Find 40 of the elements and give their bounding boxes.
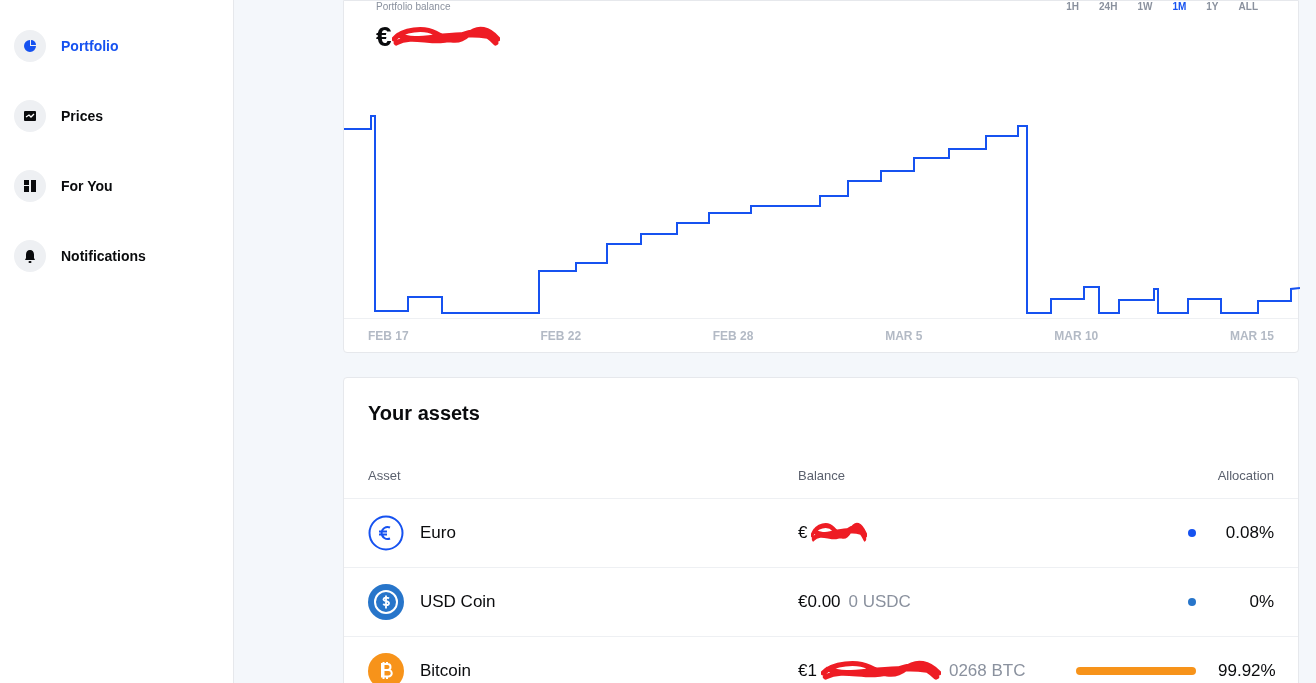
allocation-percent: 99.92% [1218,659,1274,682]
asset-name: Bitcoin [420,659,472,682]
nav-item[interactable]: For You [14,170,233,202]
asset-value: € [798,521,808,544]
asset-amount: 0268 BTC [948,659,1026,682]
column-header: Allocation [1216,467,1274,485]
axis-label: MAR 15 [1229,327,1274,345]
range-tab[interactable]: 1Y [1206,2,1219,12]
balance-value: € [376,20,392,54]
balance-label: Portfolio balance [376,2,451,12]
axis-label: MAR 10 [1054,327,1099,345]
range-tab[interactable]: 1M [1172,2,1187,12]
allocation-percent: 0.08% [1224,521,1274,544]
dollar-coin-icon [368,583,404,620]
axis-label: FEB 28 [712,327,754,345]
asset-value: €0.00 [798,590,841,613]
layout-icon [24,180,36,192]
range-tab[interactable]: ALL [1238,2,1258,12]
axis-label: MAR 5 [885,327,923,345]
column-header: Asset [368,467,402,485]
asset-amount: 0 USDC [848,590,911,613]
axis-label: FEB 22 [540,327,582,345]
chart-icon [24,111,36,121]
bell-icon [24,249,36,263]
column-header: Balance [798,467,846,485]
nav-item[interactable]: Portfolio [14,30,233,62]
redaction-scribble [811,520,868,545]
euro-icon [368,514,404,551]
range-tab[interactable]: 24H [1099,2,1118,12]
asset-value: €1 [798,659,817,682]
range-tab[interactable]: 1H [1066,2,1080,12]
allocation-percent: 0% [1248,590,1274,613]
range-tab[interactable]: 1W [1137,2,1153,12]
asset-name: USD Coin [420,590,496,613]
pie-chart-icon [24,40,36,52]
nav-item[interactable]: Prices [14,100,233,132]
assets-title: Your assets [367,401,481,426]
asset-name: Euro [420,521,456,544]
nav-item[interactable]: Notifications [14,240,233,272]
axis-label: FEB 17 [368,327,409,345]
